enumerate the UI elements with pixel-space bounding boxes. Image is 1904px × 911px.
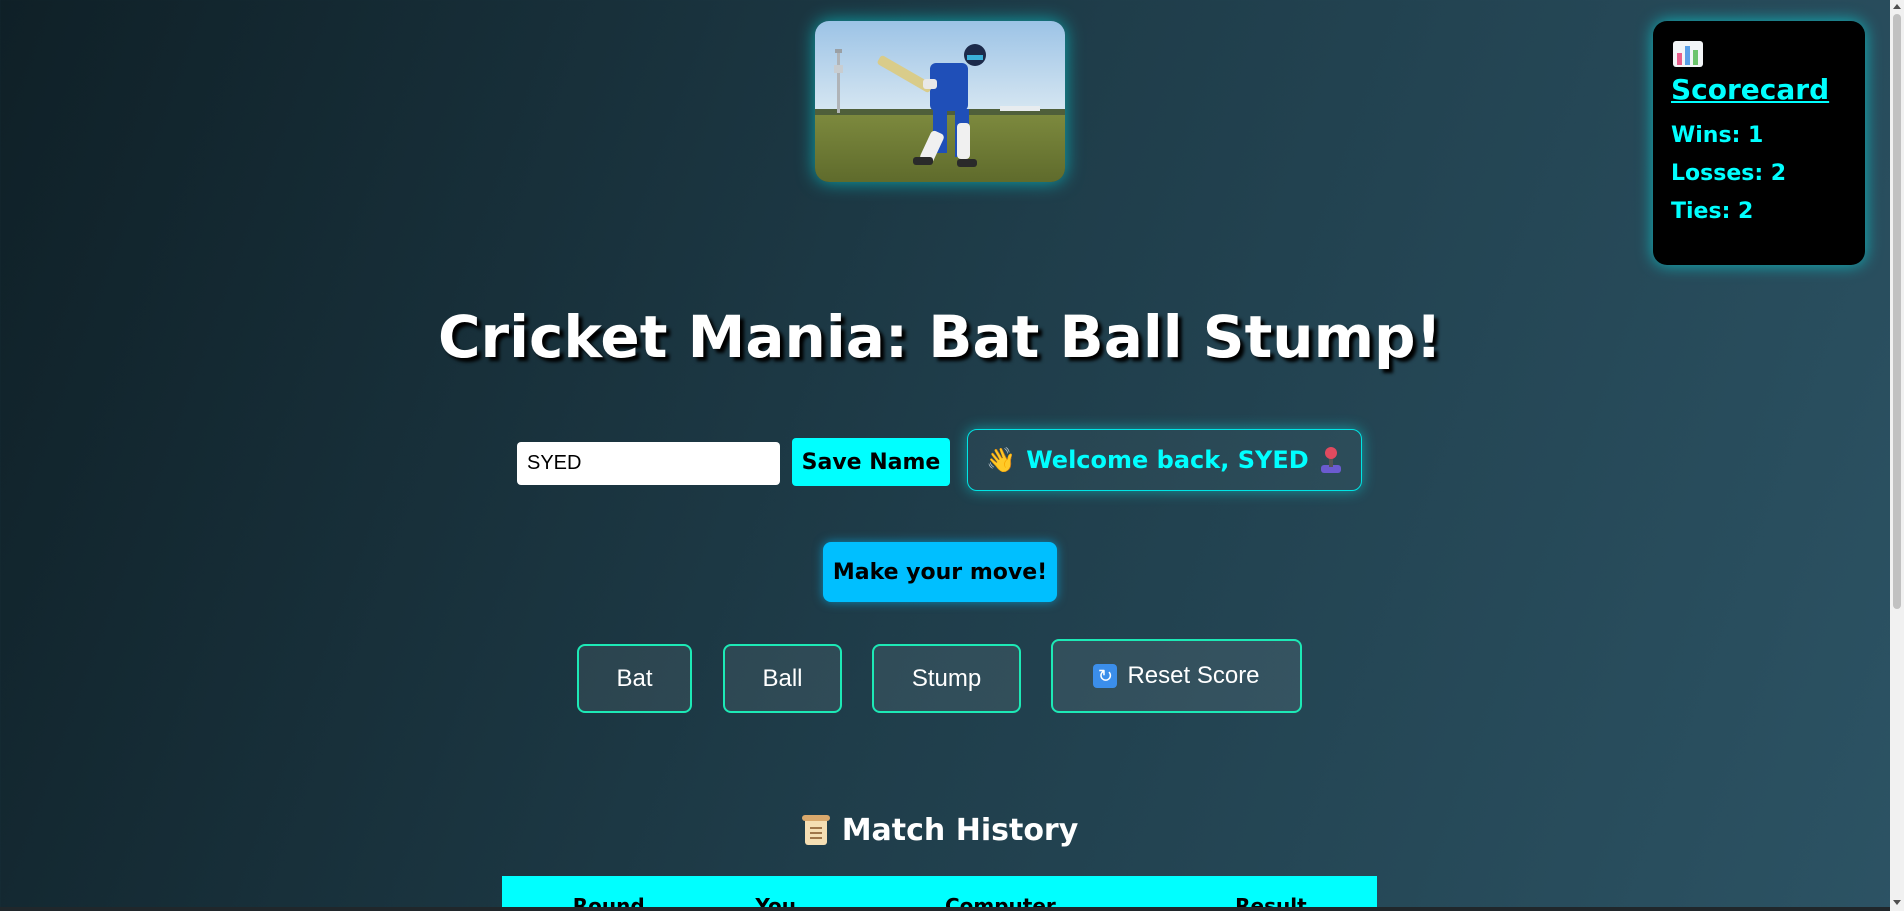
match-history-heading: Match History [0,813,1880,848]
table-header-row: Round You Computer Result [502,876,1377,911]
column-header-computer: Computer [944,894,1056,911]
save-name-button[interactable]: Save Name [792,438,950,486]
match-history-table: Round You Computer Result [502,876,1377,911]
make-move-button[interactable]: Make your move! [823,542,1057,602]
scorecard-title[interactable]: Scorecard [1671,73,1847,107]
reset-score-button[interactable]: ↻ Reset Score [1051,639,1302,713]
page-title: Cricket Mania: Bat Ball Stump! [437,303,1442,371]
match-history-title: Match History [841,813,1079,848]
welcome-message: 👋 Welcome back, SYED [967,429,1362,491]
column-header-round: Round [572,894,645,911]
joystick-icon [1319,447,1343,473]
reset-icon: ↻ [1093,664,1118,688]
scrollbar-thumb[interactable] [1893,14,1901,609]
bar-chart-icon [1671,39,1707,69]
wins-count: Wins: 1 [1671,123,1764,148]
scorecard-panel: Scorecard Wins: 1 Losses: 2 Ties: 2 [1653,21,1865,265]
scroll-up-icon[interactable] [1893,4,1901,9]
losses-count: Losses: 2 [1671,161,1787,186]
reset-score-label: Reset Score [1127,662,1260,689]
scroll-down-icon[interactable] [1893,900,1901,905]
bat-button[interactable]: Bat [577,644,692,713]
stump-button[interactable]: Stump [872,644,1021,713]
waving-hand-icon: 👋 [986,446,1017,474]
window-bottom-edge [0,907,1904,911]
player-name-input[interactable] [517,442,780,485]
scroll-icon [801,814,830,847]
vertical-scrollbar[interactable] [1890,0,1904,911]
ties-count: Ties: 2 [1671,199,1754,224]
ball-button[interactable]: Ball [723,644,842,713]
column-header-result: Result [1235,894,1307,911]
welcome-text: Welcome back, SYED [1026,446,1309,474]
batsman-photo [815,21,1065,182]
column-header-you: You [755,894,797,911]
